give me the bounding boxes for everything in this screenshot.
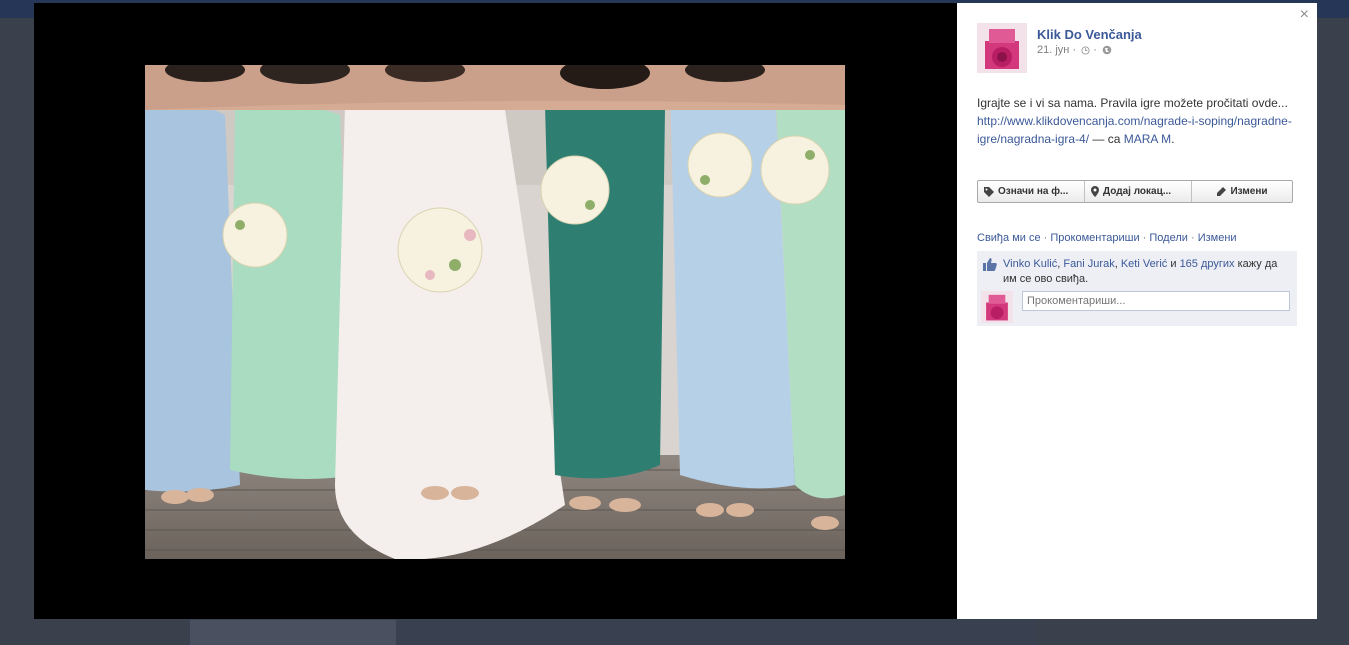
like-link[interactable]: Свиђа ми се xyxy=(977,232,1041,244)
cake-icon xyxy=(981,291,1013,323)
post-meta: 21. јун · · xyxy=(1037,44,1112,58)
liker-link[interactable]: Keti Verić xyxy=(1121,258,1167,270)
commenter-avatar xyxy=(981,291,1013,323)
thumbs-up-icon xyxy=(983,258,997,274)
wedding-photo[interactable] xyxy=(145,65,845,559)
page-name-link[interactable]: Klik Do Venčanja xyxy=(1037,27,1142,42)
pencil-icon xyxy=(1217,186,1227,196)
tagged-person-link[interactable]: MARA M xyxy=(1124,132,1171,146)
cake-icon xyxy=(977,23,1027,73)
tag-photo-button[interactable]: Означи на ф... xyxy=(978,181,1085,202)
post-text: Igrajte se i vi sa nama. Pravila igre mo… xyxy=(977,96,1292,146)
page-avatar[interactable] xyxy=(977,23,1027,73)
tag-icon xyxy=(984,186,994,197)
liker-link[interactable]: Fani Jurak xyxy=(1063,258,1114,270)
wedding-photo-illustration xyxy=(145,65,845,559)
location-pin-icon xyxy=(1091,186,1099,197)
edit-link[interactable]: Измени xyxy=(1198,232,1237,244)
other-likers-link[interactable]: 165 других xyxy=(1180,258,1235,270)
photo-actions-bar: Означи на ф... Додај локац... Измени xyxy=(977,180,1293,203)
clock-icon xyxy=(1081,46,1090,58)
likes-summary: Vinko Kulić, Fani Jurak, Keti Verić и 16… xyxy=(1003,258,1278,285)
post-action-links: Свиђа ми се · Прокоментариши · Подели · … xyxy=(977,232,1237,244)
post-date[interactable]: 21. јун xyxy=(1037,44,1069,56)
background-thumbnail xyxy=(190,620,396,645)
comment-link[interactable]: Прокоментариши xyxy=(1050,232,1139,244)
globe-icon[interactable] xyxy=(1102,45,1112,58)
add-location-button[interactable]: Додај локац... xyxy=(1085,181,1192,202)
close-icon[interactable]: × xyxy=(1300,5,1309,25)
comment-input[interactable] xyxy=(1022,291,1290,311)
share-link[interactable]: Подели xyxy=(1149,232,1188,244)
photo-stage xyxy=(34,3,957,619)
liker-link[interactable]: Vinko Kulić xyxy=(1003,258,1057,270)
likes-and-comments-box: Vinko Kulić, Fani Jurak, Keti Verić и 16… xyxy=(977,251,1297,326)
edit-button[interactable]: Измени xyxy=(1192,181,1292,202)
post-side-panel: × Klik Do Venčanja 21. јун · · Igrajte s… xyxy=(957,3,1317,619)
